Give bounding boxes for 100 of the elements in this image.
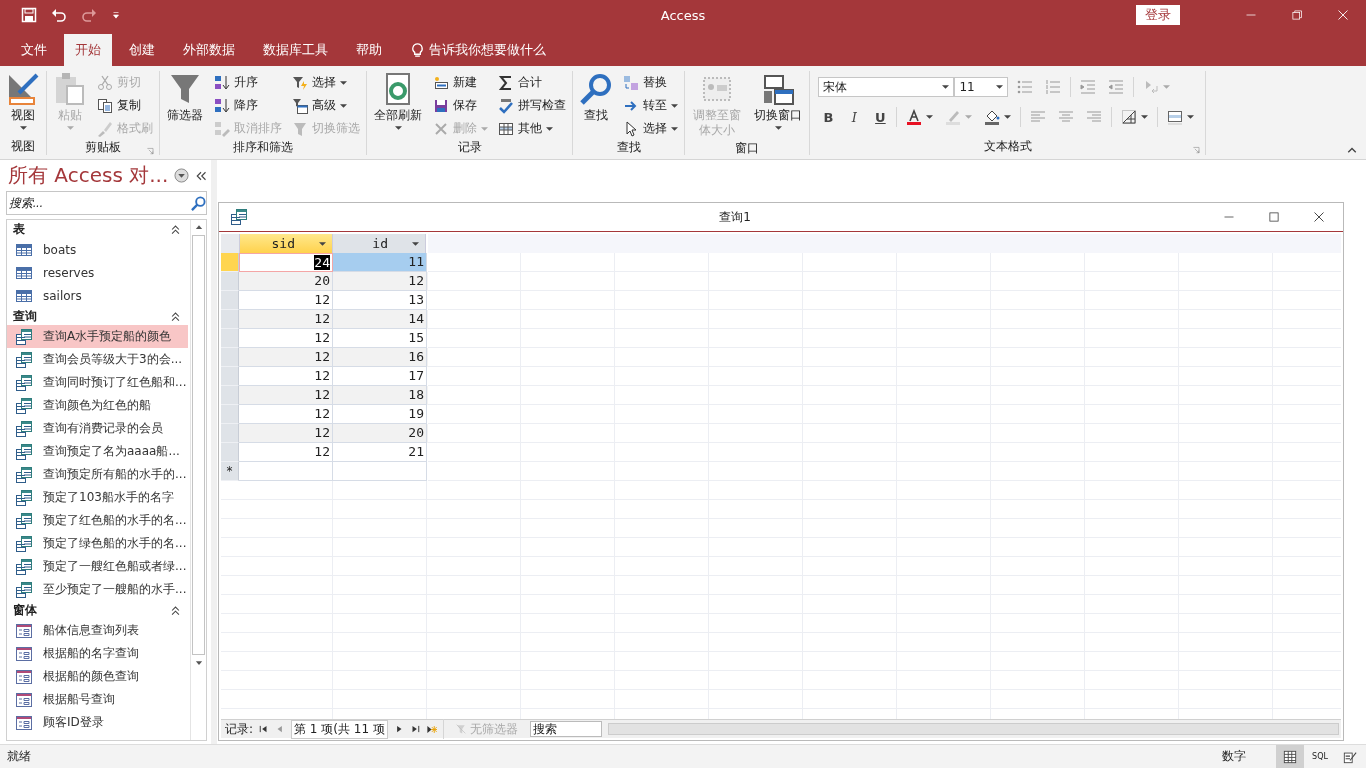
ribbon-button[interactable]: 合计 — [496, 72, 568, 93]
ribbon-button[interactable]: 复制 — [95, 95, 155, 116]
restore-icon[interactable] — [1291, 9, 1303, 21]
ribbon-button[interactable]: 选择 — [621, 118, 680, 139]
nav-item[interactable]: boats — [7, 238, 188, 261]
section-header[interactable]: 表 — [7, 220, 190, 238]
row-selector[interactable] — [221, 386, 239, 405]
customize-icon[interactable] — [111, 10, 121, 20]
align-center-icon[interactable] — [1058, 109, 1075, 125]
ribbon-button[interactable]: 筛选器 — [164, 71, 206, 139]
nav-item[interactable]: 预定了103船水手的名字 — [7, 486, 188, 509]
search-input[interactable]: 搜索... — [7, 193, 189, 213]
nav-item[interactable]: reserves — [7, 261, 188, 284]
italic-button[interactable]: I — [844, 109, 865, 125]
section-header[interactable]: 窗体 — [7, 601, 190, 619]
row-selector[interactable] — [221, 367, 239, 386]
nav-item[interactable]: 顾客ID登录 — [7, 711, 188, 734]
highlighter-icon[interactable] — [945, 109, 962, 125]
ribbon-button[interactable]: 新建 — [431, 72, 490, 93]
bullet-list-icon[interactable] — [1017, 79, 1034, 95]
row-selector[interactable] — [221, 291, 239, 310]
ribbon-button[interactable]: 全部刷新 — [371, 71, 425, 139]
nav-item[interactable]: 预定了红色船的水手的名... — [7, 509, 188, 532]
ribbon-button[interactable]: 视图 — [4, 71, 42, 138]
row-selector[interactable] — [221, 253, 239, 272]
ribbon-button[interactable]: 降序 — [212, 95, 284, 116]
align-right-icon[interactable] — [1086, 109, 1103, 125]
column-header[interactable]: sid — [240, 234, 333, 253]
ribbon-tab[interactable]: 外部数据 — [172, 34, 246, 66]
ribbon-button[interactable]: 高级 — [290, 95, 362, 116]
nav-item[interactable]: 查询预定所有船的水手的... — [7, 463, 188, 486]
font-size-field[interactable]: 11 — [954, 77, 1009, 97]
undo-icon[interactable] — [51, 7, 67, 23]
row-selector[interactable] — [221, 329, 239, 348]
search-field[interactable]: 搜索 — [529, 721, 602, 737]
row-selector[interactable] — [221, 348, 239, 367]
nav-item[interactable]: sailors — [7, 284, 188, 307]
nav-item[interactable]: 船体信息查询列表 — [7, 619, 188, 642]
paragraph-direction-icon[interactable] — [1143, 79, 1160, 95]
nav-item[interactable]: 查询同时预订了红色船和... — [7, 371, 188, 394]
redo-icon[interactable] — [81, 7, 97, 23]
ribbon-button[interactable]: 转至 — [621, 95, 680, 116]
nav-item[interactable]: 根据船号查询 — [7, 688, 188, 711]
ribbon-button[interactable]: 查找 — [577, 71, 615, 139]
column-header[interactable]: id — [333, 234, 426, 253]
gridlines-icon[interactable] — [1121, 109, 1138, 125]
ribbon-tab[interactable]: 创建 — [118, 34, 166, 66]
outdent-icon[interactable] — [1108, 79, 1125, 95]
ribbon-button[interactable]: 替换 — [621, 72, 680, 93]
fill-bucket-icon[interactable] — [984, 109, 1001, 125]
caret-icon — [671, 126, 678, 131]
ribbon-tab[interactable]: 数据库工具 — [252, 34, 339, 66]
nav-item[interactable]: 查询会员等级大于3的会... — [7, 348, 188, 371]
nav-item[interactable]: 查询颜色为红色的船 — [7, 394, 188, 417]
numbered-list-icon[interactable] — [1045, 79, 1062, 95]
search-icon[interactable] — [191, 195, 206, 211]
search-field[interactable]: 搜索... — [6, 191, 207, 215]
row-selector[interactable] — [221, 443, 239, 462]
ribbon-button[interactable]: 其他 — [496, 118, 568, 139]
underline-button[interactable]: U — [870, 109, 891, 125]
nav-item[interactable]: 查询有消费记录的会员 — [7, 417, 188, 440]
ribbon-button[interactable]: 切换窗口 — [751, 71, 806, 140]
indent-icon[interactable] — [1080, 79, 1097, 95]
row-selector[interactable] — [221, 424, 239, 443]
horizontal-scrollbar[interactable] — [607, 723, 1339, 735]
tell-me-search[interactable]: 告诉我你想要做什么 — [429, 41, 546, 59]
row-selector[interactable] — [221, 310, 239, 329]
launcher-icon[interactable] — [1192, 146, 1202, 155]
align-left-icon[interactable] — [1030, 109, 1047, 125]
ribbon-button[interactable]: 升序 — [212, 72, 284, 93]
record-position-field[interactable]: 第 1 项(共 11 项 — [291, 719, 388, 739]
nav-item[interactable]: 至少预定了一艘船的水手... — [7, 578, 188, 601]
nav-item[interactable]: 预定了绿色船的水手的名... — [7, 532, 188, 555]
launcher-icon[interactable] — [146, 147, 155, 156]
ribbon-button[interactable]: 选择 — [290, 72, 362, 93]
ribbon-button[interactable]: 拼写检查 — [496, 95, 568, 116]
select-all-corner[interactable] — [221, 234, 240, 253]
save-icon[interactable] — [21, 7, 37, 23]
nav-item[interactable]: 查询A水手预定船的颜色 — [7, 325, 188, 348]
view-button[interactable]: SQL — [1306, 745, 1334, 768]
close-icon[interactable] — [1337, 9, 1349, 21]
ribbon-tab[interactable]: 帮助 — [345, 34, 393, 66]
section-header[interactable]: 查询 — [7, 307, 190, 325]
nav-item[interactable]: 预定了一艘红色船或者绿... — [7, 555, 188, 578]
bold-button[interactable]: B — [818, 109, 839, 125]
row-selector[interactable] — [221, 405, 239, 424]
font-name-field[interactable]: 宋体 — [818, 77, 955, 97]
font-color-icon[interactable] — [906, 109, 923, 125]
ribbon-tab[interactable]: 开始 — [64, 34, 112, 66]
ribbon-button[interactable]: 保存 — [431, 95, 490, 116]
nav-item[interactable]: 根据船的名字查询 — [7, 642, 188, 665]
view-button[interactable] — [1276, 745, 1304, 768]
scrollbar-thumb[interactable] — [192, 235, 205, 655]
sign-in-button[interactable]: 登录 — [1136, 5, 1180, 25]
ribbon-tab[interactable]: 文件 — [10, 34, 58, 66]
table-grid-icon — [498, 120, 514, 137]
nav-item[interactable]: 根据船的颜色查询 — [7, 665, 188, 688]
row-selector[interactable] — [221, 272, 239, 291]
alternate-rows-icon[interactable] — [1167, 109, 1184, 125]
nav-item[interactable]: 查询预定了名为aaaa船... — [7, 440, 188, 463]
